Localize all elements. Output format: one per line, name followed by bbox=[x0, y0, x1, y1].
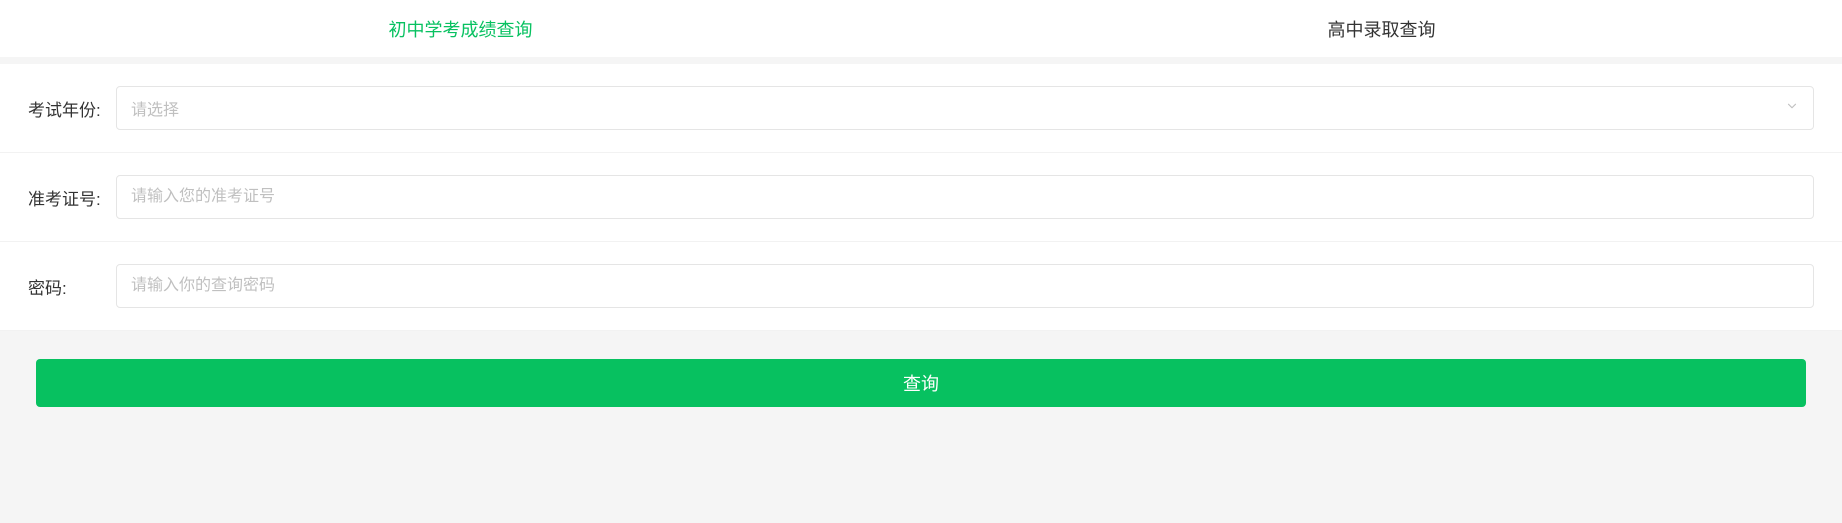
form-row-password: 密码: bbox=[0, 242, 1842, 331]
ticket-input[interactable] bbox=[116, 175, 1814, 219]
year-label: 考试年份: bbox=[28, 96, 116, 121]
year-select-placeholder: 请选择 bbox=[131, 96, 179, 120]
year-select[interactable]: 请选择 bbox=[116, 86, 1814, 130]
submit-area: 查询 bbox=[0, 331, 1842, 435]
ticket-label: 准考证号: bbox=[28, 185, 116, 210]
tab-score-query[interactable]: 初中学考成绩查询 bbox=[0, 0, 921, 57]
tab-label: 高中录取查询 bbox=[1328, 16, 1436, 42]
chevron-down-icon bbox=[1785, 99, 1799, 118]
tab-bar: 初中学考成绩查询 高中录取查询 bbox=[0, 0, 1842, 58]
password-input[interactable] bbox=[116, 264, 1814, 308]
tab-label: 初中学考成绩查询 bbox=[389, 16, 533, 42]
form-row-ticket: 准考证号: bbox=[0, 153, 1842, 242]
password-label: 密码: bbox=[28, 274, 116, 299]
submit-button[interactable]: 查询 bbox=[36, 359, 1806, 407]
tab-admission-query[interactable]: 高中录取查询 bbox=[921, 0, 1842, 57]
form-row-year: 考试年份: 请选择 bbox=[0, 64, 1842, 153]
submit-button-label: 查询 bbox=[903, 370, 939, 396]
query-form: 考试年份: 请选择 准考证号: 密码: bbox=[0, 64, 1842, 331]
